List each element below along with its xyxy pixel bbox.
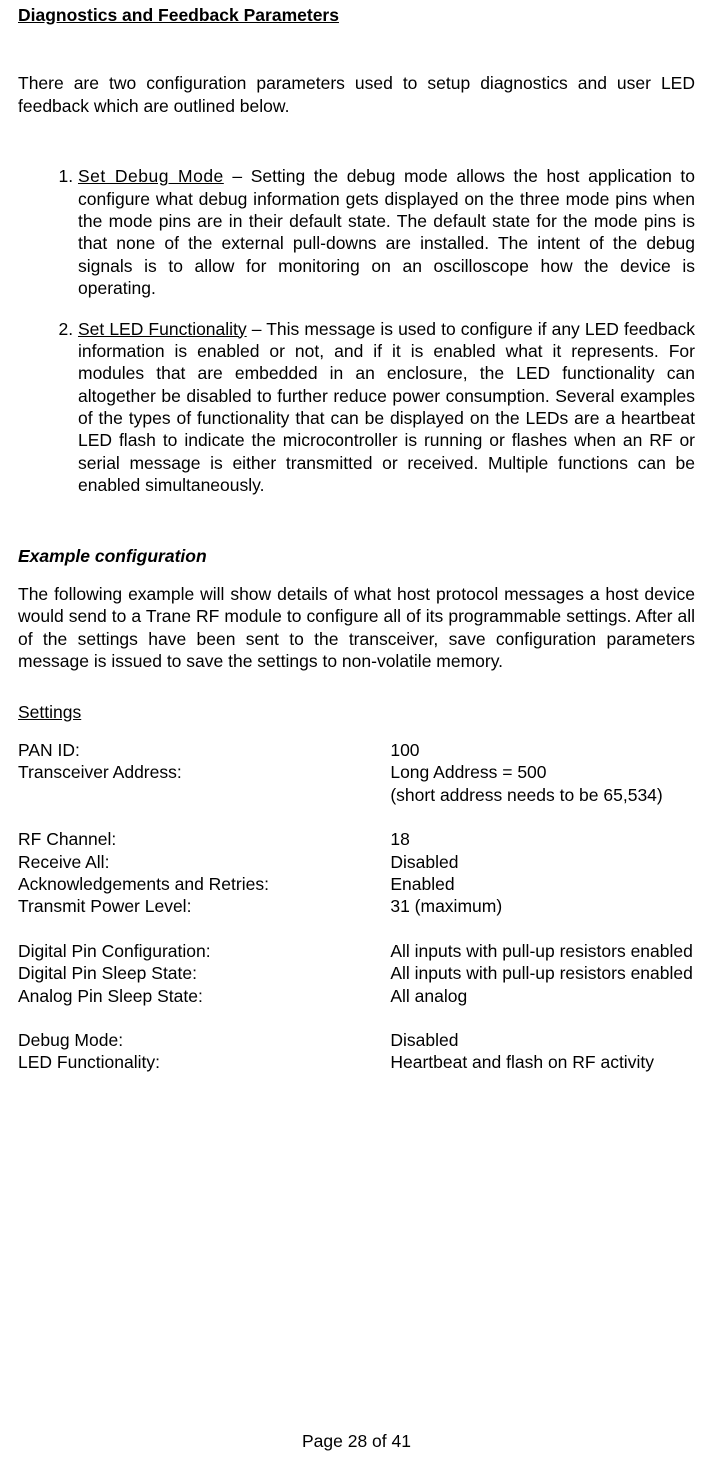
setting-label: RF Channel: xyxy=(18,828,390,850)
parameter-item: Set LED Functionality – This message is … xyxy=(78,318,695,497)
setting-value: 100 xyxy=(390,739,695,761)
setting-label: Transceiver Address: xyxy=(18,761,390,783)
setting-value: All inputs with pull-up resistors enable… xyxy=(390,962,695,984)
table-row: (short address needs to be 65,534) xyxy=(18,784,695,806)
table-row: Acknowledgements and Retries: Enabled xyxy=(18,873,695,895)
parameter-item-title: Set Debug Mode xyxy=(78,166,224,186)
setting-value: 31 (maximum) xyxy=(390,895,695,917)
setting-label: Receive All: xyxy=(18,851,390,873)
parameter-item-title: Set LED Functionality xyxy=(78,319,247,339)
settings-title: Settings xyxy=(18,701,695,723)
settings-table: PAN ID: 100 Transceiver Address: Long Ad… xyxy=(18,739,695,1074)
setting-label: LED Functionality: xyxy=(18,1051,390,1073)
parameter-item-body: – This message is used to configure if a… xyxy=(78,319,695,496)
table-row: PAN ID: 100 xyxy=(18,739,695,761)
setting-label: Acknowledgements and Retries: xyxy=(18,873,390,895)
setting-label: Transmit Power Level: xyxy=(18,895,390,917)
table-row: Debug Mode: Disabled xyxy=(18,1029,695,1051)
table-row: Analog Pin Sleep State: All analog xyxy=(18,985,695,1007)
spacer-row xyxy=(18,1007,695,1029)
example-intro: The following example will show details … xyxy=(18,583,695,673)
setting-label xyxy=(18,784,390,806)
setting-value: Heartbeat and flash on RF activity xyxy=(390,1051,695,1073)
parameter-list: Set Debug Mode – Setting the debug mode … xyxy=(18,165,695,496)
setting-note: (short address needs to be 65,534) xyxy=(390,784,695,806)
table-row: Transmit Power Level: 31 (maximum) xyxy=(18,895,695,917)
parameter-item: Set Debug Mode – Setting the debug mode … xyxy=(78,165,695,299)
setting-value: 18 xyxy=(390,828,695,850)
example-heading: Example configuration xyxy=(18,545,695,567)
setting-label: Analog Pin Sleep State: xyxy=(18,985,390,1007)
setting-value: Disabled xyxy=(390,851,695,873)
table-row: Receive All: Disabled xyxy=(18,851,695,873)
table-row: LED Functionality: Heartbeat and flash o… xyxy=(18,1051,695,1073)
setting-label: Digital Pin Sleep State: xyxy=(18,962,390,984)
setting-value: All inputs with pull-up resistors enable… xyxy=(390,940,695,962)
table-row: Digital Pin Configuration: All inputs wi… xyxy=(18,940,695,962)
setting-label: Digital Pin Configuration: xyxy=(18,940,390,962)
spacer-row xyxy=(18,918,695,940)
setting-value: Disabled xyxy=(390,1029,695,1051)
page-footer: Page 28 of 41 xyxy=(0,1430,713,1452)
setting-label: Debug Mode: xyxy=(18,1029,390,1051)
table-row: RF Channel: 18 xyxy=(18,828,695,850)
table-row: Transceiver Address: Long Address = 500 xyxy=(18,761,695,783)
section-title: Diagnostics and Feedback Parameters xyxy=(18,4,695,26)
setting-value: Enabled xyxy=(390,873,695,895)
setting-label: PAN ID: xyxy=(18,739,390,761)
setting-value: All analog xyxy=(390,985,695,1007)
intro-paragraph: There are two configuration parameters u… xyxy=(18,72,695,117)
table-row: Digital Pin Sleep State: All inputs with… xyxy=(18,962,695,984)
spacer-row xyxy=(18,806,695,828)
setting-value: Long Address = 500 xyxy=(390,761,695,783)
document-page: Diagnostics and Feedback Parameters Ther… xyxy=(0,0,713,1466)
